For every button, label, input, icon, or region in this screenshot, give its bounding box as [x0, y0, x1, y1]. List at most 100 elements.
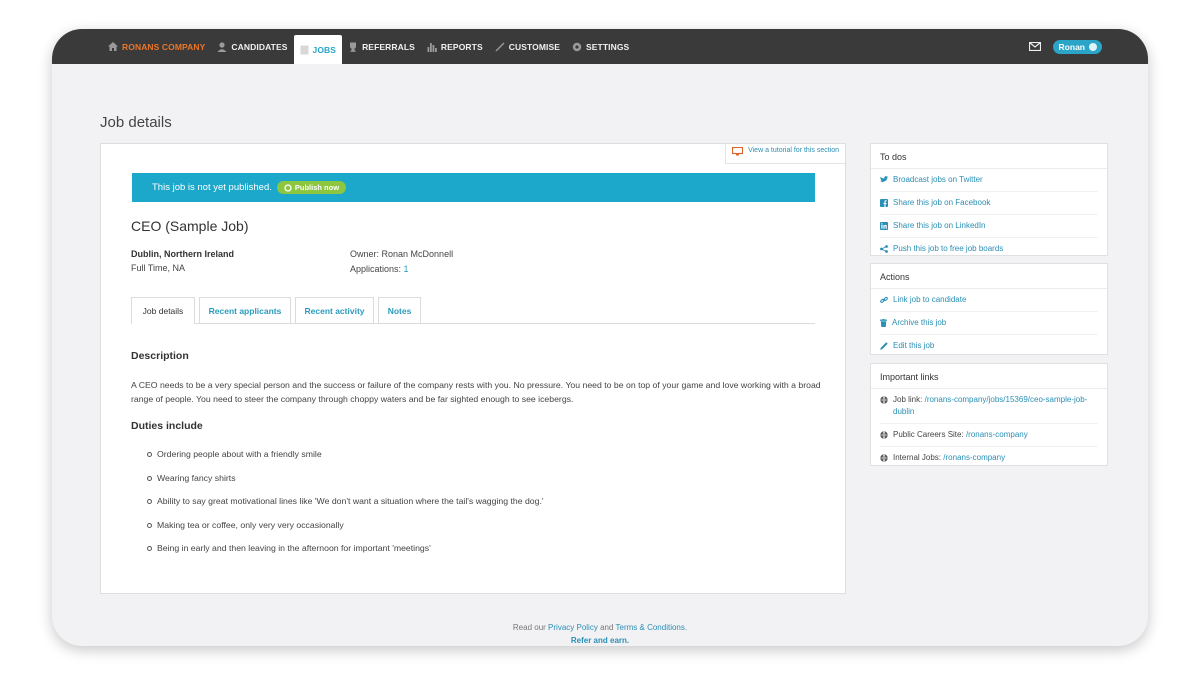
action-link-job-to-candidate[interactable]: Link job to candidate	[880, 289, 1098, 312]
description-heading: Description	[131, 350, 189, 362]
bar-chart-icon	[427, 42, 437, 52]
duty-item: Wearing fancy shirts	[131, 473, 544, 497]
nav-referrals[interactable]: REFERRALS	[342, 29, 421, 64]
tab-notes[interactable]: Notes	[378, 297, 421, 323]
facebook-icon	[880, 199, 888, 207]
job-link-url[interactable]: /ronans-company/jobs/15369/ceo-sample-jo…	[893, 395, 1087, 416]
nav-settings[interactable]: SETTINGS	[566, 29, 635, 64]
careers-site-url[interactable]: /ronans-company	[966, 430, 1028, 439]
duty-item: Being in early and then leaving in the a…	[131, 543, 544, 567]
page-title: Job details	[100, 114, 172, 131]
todo-label: Push this job to free job boards	[893, 244, 1004, 253]
nav-brand[interactable]: RONANS COMPANY	[102, 29, 211, 64]
nav-settings-label: SETTINGS	[586, 41, 630, 52]
job-details-card: View a tutorial for this section This jo…	[100, 143, 846, 594]
globe-icon	[880, 396, 888, 404]
owner-value: Ronan McDonnell	[381, 249, 454, 259]
todos-heading: To dos	[871, 144, 1107, 169]
link-job: Job link: /ronans-company/jobs/15369/ceo…	[880, 389, 1098, 424]
monitor-icon	[732, 147, 744, 156]
todo-label: Broadcast jobs on Twitter	[893, 175, 983, 184]
brand-label: RONANS COMPANY	[122, 41, 206, 52]
todo-label: Share this job on LinkedIn	[893, 221, 986, 230]
publish-now-label: Publish now	[294, 183, 340, 192]
gear-icon	[572, 42, 582, 51]
applications-count[interactable]: 1	[404, 264, 409, 274]
nav-jobs[interactable]: JOBS	[293, 35, 343, 64]
todo-share-linkedin[interactable]: Share this job on LinkedIn	[880, 215, 1098, 238]
tab-job-details[interactable]: Job details	[131, 297, 195, 324]
linkedin-icon	[880, 222, 888, 230]
banner-text: This job is not yet published.	[152, 182, 272, 193]
publish-now-button[interactable]: Publish now	[276, 181, 347, 194]
tutorial-link-label: View a tutorial for this section	[748, 147, 839, 154]
globe-icon	[880, 431, 888, 439]
important-links-panel: Important links Job link: /ronans-compan…	[870, 363, 1108, 466]
job-tabs: Job details Recent applicants Recent act…	[131, 297, 815, 324]
trash-icon	[880, 319, 887, 327]
link-icon	[880, 296, 888, 303]
action-archive-job[interactable]: Archive this job	[880, 312, 1098, 335]
actions-panel: Actions Link job to candidate Archive th…	[870, 263, 1108, 355]
footer: Read our Privacy Policy and Terms & Cond…	[52, 621, 1148, 646]
todo-label: Share this job on Facebook	[893, 198, 991, 207]
user-menu[interactable]: Ronan	[1052, 39, 1102, 54]
tutorial-link[interactable]: View a tutorial for this section	[725, 144, 845, 164]
user-menu-caret-icon	[1089, 42, 1097, 51]
unpublished-banner: This job is not yet published. Publish n…	[132, 173, 815, 202]
duty-item: Ordering people about with a friendly sm…	[131, 449, 544, 473]
job-applications: Applications: 1	[350, 264, 409, 274]
duties-heading: Duties include	[131, 420, 203, 432]
duty-item: Ability to say great motivational lines …	[131, 496, 544, 520]
nav-reports-label: REPORTS	[440, 41, 483, 52]
nav-referrals-label: REFERRALS	[362, 41, 415, 52]
globe-icon	[880, 454, 888, 462]
action-label: Archive this job	[892, 318, 947, 327]
link-label: Internal Jobs:	[893, 453, 942, 462]
description-text: A CEO needs to be a very special person …	[131, 380, 821, 404]
links-heading: Important links	[871, 364, 1107, 389]
job-title: CEO (Sample Job)	[131, 218, 249, 234]
duty-item: Making tea or coffee, only very very occ…	[131, 520, 544, 544]
home-icon	[108, 42, 118, 51]
nav-candidates[interactable]: CANDIDATES	[211, 29, 293, 64]
internal-jobs-url[interactable]: /ronans-company	[943, 453, 1005, 462]
actions-heading: Actions	[871, 264, 1107, 289]
job-location: Dublin, Northern Ireland	[131, 249, 235, 259]
twitter-icon	[880, 176, 888, 183]
link-label: Job link:	[893, 395, 923, 404]
job-type: Full Time, NA	[131, 263, 186, 273]
todo-share-facebook[interactable]: Share this job on Facebook	[880, 192, 1098, 215]
document-icon	[300, 45, 309, 54]
refer-and-earn-link[interactable]: Refer and earn.	[571, 636, 629, 645]
job-owner: Owner: Ronan McDonnell	[350, 249, 453, 259]
action-label: Link job to candidate	[893, 295, 967, 304]
tab-recent-applicants[interactable]: Recent applicants	[199, 297, 291, 323]
recycle-icon	[284, 183, 292, 192]
tab-recent-activity[interactable]: Recent activity	[295, 297, 374, 323]
nav-customise-label: CUSTOMISE	[508, 41, 560, 52]
todo-broadcast-twitter[interactable]: Broadcast jobs on Twitter	[880, 169, 1098, 192]
link-internal-jobs: Internal Jobs: /ronans-company	[880, 447, 1098, 469]
privacy-policy-link[interactable]: Privacy Policy	[548, 623, 598, 632]
nav-candidates-label: CANDIDATES	[231, 41, 288, 52]
top-navigation-bar: RONANS COMPANY CANDIDATES JOBS REFERRALS…	[52, 29, 1148, 64]
share-icon	[880, 245, 888, 253]
pencil-icon	[880, 342, 888, 350]
nav-jobs-label: JOBS	[312, 44, 337, 55]
topbar-right: Ronan	[1028, 29, 1102, 64]
nav-reports[interactable]: REPORTS	[421, 29, 489, 64]
nav-customise[interactable]: CUSTOMISE	[489, 29, 566, 64]
action-label: Edit this job	[893, 341, 935, 350]
footer-and: and	[600, 623, 614, 632]
terms-link[interactable]: Terms & Conditions.	[616, 623, 688, 632]
todo-push-job-boards[interactable]: Push this job to free job boards	[880, 238, 1098, 260]
trophy-icon	[350, 42, 357, 52]
person-icon	[217, 41, 227, 52]
owner-label: Owner:	[350, 249, 380, 259]
mail-icon[interactable]	[1028, 42, 1041, 51]
duties-list: Ordering people about with a friendly sm…	[131, 449, 544, 567]
action-edit-job[interactable]: Edit this job	[880, 335, 1098, 357]
link-label: Public Careers Site:	[893, 430, 964, 439]
app-window: RONANS COMPANY CANDIDATES JOBS REFERRALS…	[52, 29, 1148, 646]
